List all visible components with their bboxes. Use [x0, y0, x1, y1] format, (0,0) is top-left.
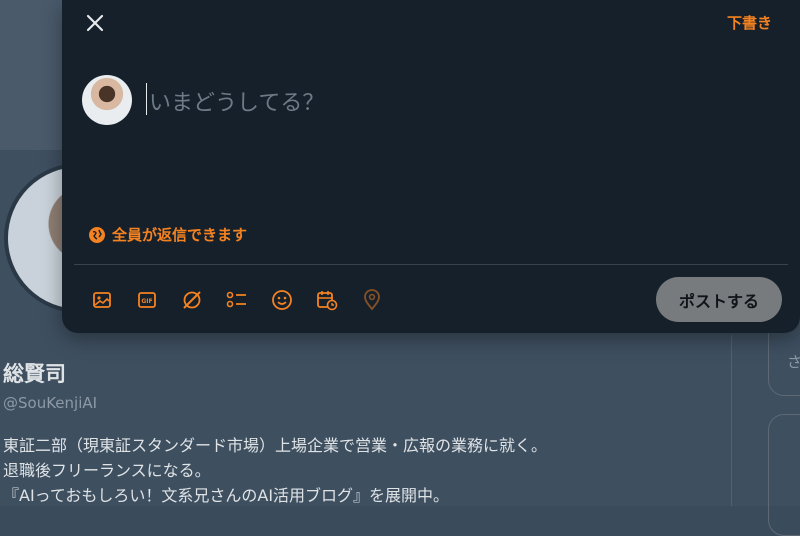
reply-setting-label: 全員が返信できます — [112, 226, 248, 244]
close-button[interactable] — [80, 8, 110, 38]
reply-setting-button[interactable]: 全員が返信できます — [88, 224, 247, 245]
compose-modal: 下書き 全員が返信できます GIF — [62, 0, 800, 333]
compose-toolbar: GIF — [84, 286, 399, 314]
schedule-icon — [317, 291, 338, 311]
grok-button[interactable] — [174, 286, 210, 314]
emoji-icon — [272, 290, 292, 310]
add-image-button[interactable] — [84, 286, 120, 314]
add-gif-button[interactable]: GIF — [129, 286, 165, 314]
divider — [74, 264, 788, 265]
poll-icon — [226, 291, 246, 308]
profile-bio-line: 東証二部（現東証スタンダード市場）上場企業で営業・広報の業務に就く。 — [3, 436, 548, 455]
profile-name: 総賢司 — [3, 362, 66, 386]
grok-icon — [183, 291, 201, 309]
profile-bio: 東証二部（現東証スタンダード市場）上場企業で営業・広報の業務に就く。 退職後フリ… — [3, 433, 547, 508]
image-icon — [93, 292, 111, 308]
compose-input[interactable] — [147, 82, 711, 124]
drafts-button[interactable]: 下書き — [727, 12, 772, 33]
profile-bio-line: 『AIっておもしろい！文系兄さんのAI活用ブログ』を展開中。 — [3, 486, 450, 505]
profile-handle: @SouKenjiAI — [3, 394, 98, 412]
svg-text:GIF: GIF — [141, 298, 152, 305]
post-button[interactable]: ポストする — [656, 277, 782, 322]
add-emoji-button[interactable] — [264, 286, 300, 314]
gif-icon: GIF — [138, 292, 156, 308]
location-icon — [364, 289, 380, 311]
close-icon — [86, 14, 104, 32]
tag-location-button[interactable] — [354, 286, 390, 314]
sidebar-card — [768, 414, 800, 536]
globe-icon — [89, 226, 105, 243]
user-avatar[interactable] — [82, 75, 132, 125]
sidebar-search-text: さ — [787, 353, 800, 371]
schedule-button[interactable] — [309, 286, 345, 314]
column-divider — [731, 335, 732, 506]
add-poll-button[interactable] — [219, 286, 255, 314]
profile-bio-line: 退職後フリーランスになる。 — [3, 461, 211, 480]
